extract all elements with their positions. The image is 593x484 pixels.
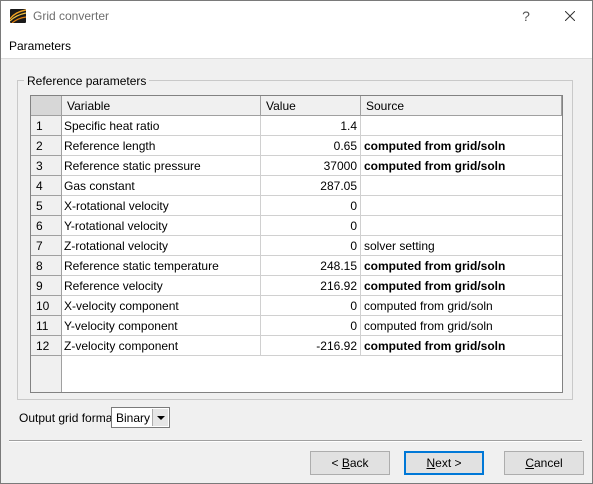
cancel-button-accel: C — [525, 456, 534, 470]
cancel-button-label: ancel — [533, 456, 563, 470]
table-row[interactable]: 7 Z-rotational velocity 0 solver setting — [31, 236, 562, 256]
variable-cell[interactable]: Reference length — [62, 136, 261, 156]
source-cell[interactable]: computed from grid/soln — [361, 256, 562, 276]
variable-cell[interactable]: X-rotational velocity — [62, 196, 261, 216]
column-header-variable[interactable]: Variable — [62, 96, 261, 116]
row-header[interactable]: 1 — [31, 116, 62, 136]
footer-separator — [9, 440, 582, 442]
grid-header-row: Variable Value Source — [31, 96, 562, 116]
row-header[interactable]: 2 — [31, 136, 62, 156]
source-cell[interactable]: computed from grid/soln — [361, 336, 562, 356]
source-cell[interactable]: computed from grid/soln — [361, 136, 562, 156]
source-cell[interactable]: computed from grid/soln — [361, 316, 562, 336]
value-cell[interactable]: 0 — [261, 316, 361, 336]
back-button-accel: B — [341, 456, 350, 470]
variable-cell[interactable]: Z-rotational velocity — [62, 236, 261, 256]
table-row[interactable]: 10 X-velocity component 0 computed from gri… — [31, 296, 562, 316]
source-cell[interactable] — [361, 196, 562, 216]
value-cell[interactable]: 0 — [261, 296, 361, 316]
value-cell[interactable]: 0 — [261, 196, 361, 216]
table-row[interactable]: 4 Gas constant 287.05 — [31, 176, 562, 196]
cancel-button[interactable]: Cancel — [504, 451, 584, 475]
value-cell[interactable]: 0.65 — [261, 136, 361, 156]
source-cell[interactable]: computed from grid/soln — [361, 276, 562, 296]
column-header-value[interactable]: Value — [261, 96, 361, 116]
row-header[interactable]: 12 — [31, 336, 62, 356]
next-button-accel: N — [426, 456, 436, 470]
row-header[interactable]: 4 — [31, 176, 62, 196]
source-cell[interactable]: computed from grid/soln — [361, 296, 562, 316]
source-cell[interactable] — [361, 176, 562, 196]
page-header: Parameters — [1, 32, 592, 59]
value-cell[interactable]: 248.15 — [261, 256, 361, 276]
variable-cell[interactable]: Y-velocity component — [62, 316, 261, 336]
group-title: Reference parameters — [24, 74, 150, 88]
row-header[interactable]: 9 — [31, 276, 62, 296]
back-button-prefix: < — [331, 456, 342, 470]
close-icon — [564, 10, 576, 22]
value-cell[interactable]: 37000 — [261, 156, 361, 176]
title-bar[interactable]: Grid converter ? — [1, 1, 592, 32]
value-cell[interactable]: -216.92 — [261, 336, 361, 356]
row-header[interactable]: 11 — [31, 316, 62, 336]
table-row[interactable]: 9 Reference velocity 216.92 computed from g… — [31, 276, 562, 296]
table-row[interactable]: 3 Reference static pressure 37000 computed … — [31, 156, 562, 176]
variable-cell[interactable]: Z-velocity component — [62, 336, 261, 356]
value-cell[interactable]: 216.92 — [261, 276, 361, 296]
help-button[interactable]: ? — [514, 4, 538, 28]
back-button[interactable]: < Back — [310, 451, 390, 475]
table-row[interactable]: 1 Specific heat ratio 1.4 — [31, 116, 562, 136]
value-cell[interactable]: 1.4 — [261, 116, 361, 136]
output-grid-format-value: Binary — [116, 411, 151, 425]
table-row[interactable]: 8 Reference static temperature 248.15 compu… — [31, 256, 562, 276]
row-header[interactable]: 5 — [31, 196, 62, 216]
row-header[interactable]: 7 — [31, 236, 62, 256]
chevron-down-icon[interactable] — [152, 409, 168, 426]
table-row[interactable]: 2 Reference length 0.65 computed from grid/… — [31, 136, 562, 156]
close-button[interactable] — [558, 4, 582, 28]
variable-cell[interactable]: Gas constant — [62, 176, 261, 196]
row-header-blank — [31, 356, 62, 392]
table-row[interactable]: 5 X-rotational velocity 0 — [31, 196, 562, 216]
next-button[interactable]: Next > — [404, 451, 484, 475]
next-button-label: ext > — [435, 456, 462, 470]
back-button-label: ack — [349, 456, 369, 470]
column-header-source[interactable]: Source — [361, 96, 562, 116]
variable-cell[interactable]: Reference velocity — [62, 276, 261, 296]
app-icon — [10, 9, 26, 23]
row-header[interactable]: 10 — [31, 296, 62, 316]
value-cell[interactable]: 287.05 — [261, 176, 361, 196]
source-cell[interactable]: computed from grid/soln — [361, 156, 562, 176]
grid-corner[interactable] — [31, 96, 62, 116]
window-title: Grid converter — [33, 9, 110, 23]
page-title: Parameters — [9, 39, 72, 53]
parameters-grid[interactable]: Variable Value Source 1 Specific heat rat… — [30, 95, 563, 393]
variable-cell[interactable]: Reference static temperature — [62, 256, 261, 276]
table-row[interactable]: 12 Z-velocity component -216.92 computed fr… — [31, 336, 562, 356]
row-header[interactable]: 6 — [31, 216, 62, 236]
variable-cell[interactable]: Specific heat ratio — [62, 116, 261, 136]
table-row[interactable]: 11 Y-velocity component 0 computed from gri… — [31, 316, 562, 336]
grid-empty-area — [62, 356, 562, 392]
table-row[interactable]: 6 Y-rotational velocity 0 — [31, 216, 562, 236]
variable-cell[interactable]: Y-rotational velocity — [62, 216, 261, 236]
row-header[interactable]: 8 — [31, 256, 62, 276]
value-cell[interactable]: 0 — [261, 236, 361, 256]
output-grid-format-select[interactable]: Binary — [111, 407, 170, 428]
value-cell[interactable]: 0 — [261, 216, 361, 236]
output-grid-format-label: Output grid format — [19, 411, 116, 425]
source-cell[interactable] — [361, 116, 562, 136]
variable-cell[interactable]: Reference static pressure — [62, 156, 261, 176]
source-cell[interactable]: solver setting — [361, 236, 562, 256]
variable-cell[interactable]: X-velocity component — [62, 296, 261, 316]
source-cell[interactable] — [361, 216, 562, 236]
row-header[interactable]: 3 — [31, 156, 62, 176]
